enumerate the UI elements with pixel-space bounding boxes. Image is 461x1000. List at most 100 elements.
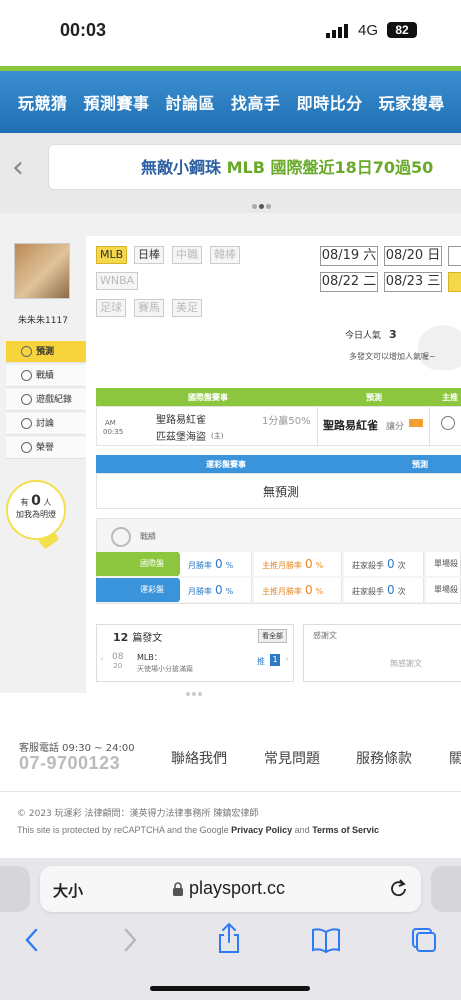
footer-link-contact[interactable]: 聯絡我們 bbox=[171, 748, 227, 768]
divider bbox=[429, 407, 430, 447]
tag-mlb[interactable]: MLB bbox=[96, 246, 128, 264]
nav-item-play-guess[interactable]: 玩競猜 bbox=[18, 90, 68, 114]
signal-icon bbox=[326, 24, 348, 38]
share-icon[interactable] bbox=[216, 922, 242, 954]
tag-npb[interactable]: 日棒 bbox=[134, 246, 164, 264]
unit: % bbox=[315, 561, 324, 570]
unit: 次 bbox=[397, 587, 406, 596]
game-ampm: AM bbox=[105, 419, 116, 427]
footer-link-terms[interactable]: 服務條款 bbox=[356, 748, 412, 768]
terms-link[interactable]: Terms of Servic bbox=[312, 825, 379, 835]
chevron-left-icon[interactable]: ‹ bbox=[100, 654, 104, 665]
lottery-table-header: 運彩盤賽事 預測 bbox=[96, 455, 461, 473]
sidebar-item-game-history[interactable]: 遊戲紀錄 bbox=[6, 389, 86, 411]
nav-item-predict[interactable]: 預測賽事 bbox=[84, 90, 150, 114]
date-tab[interactable]: 08/19 六 bbox=[320, 246, 378, 266]
date-tab-day: 六 bbox=[363, 248, 377, 263]
text-size-button[interactable]: 大小 bbox=[53, 880, 83, 901]
avatar[interactable] bbox=[14, 243, 70, 299]
tag-horse-racing[interactable]: 賽馬 bbox=[134, 299, 164, 317]
label: 莊家殺手 bbox=[352, 561, 384, 570]
col-header-event: 運彩盤賽事 bbox=[206, 460, 246, 469]
banner-league: MLB bbox=[226, 158, 265, 177]
popularity: 今日人氣 3 bbox=[345, 328, 397, 341]
record-row-intl-label: 國際盤 bbox=[96, 552, 188, 576]
unit: % bbox=[225, 561, 234, 570]
sidebar-item-discussion[interactable]: 討論 bbox=[6, 413, 86, 435]
chevron-right-icon[interactable]: › bbox=[285, 654, 289, 665]
main-nav: 玩競猜 預測賽事 討論區 找高手 即時比分 玩家搜尋 bbox=[0, 71, 461, 133]
spread-badge-icon bbox=[409, 419, 423, 427]
view-all-button[interactable]: 看全部 bbox=[258, 629, 287, 643]
record-house-killer: 莊家殺手 0 次 bbox=[344, 552, 424, 576]
reload-icon[interactable] bbox=[389, 877, 409, 899]
forward-icon[interactable] bbox=[120, 926, 140, 954]
main-pick-radio[interactable] bbox=[441, 416, 455, 430]
lock-icon bbox=[173, 882, 183, 896]
col-header-event: 國際盤賽事 bbox=[188, 393, 228, 402]
sidebar-item-record[interactable]: 戰績 bbox=[6, 365, 86, 387]
date-tab[interactable]: 08/23 三 bbox=[384, 272, 442, 292]
record-single-kill: 單場殺 bbox=[426, 578, 461, 602]
value: 0 bbox=[305, 583, 313, 597]
nav-item-forum[interactable]: 討論區 bbox=[166, 90, 216, 114]
tag-nfl[interactable]: 美足 bbox=[172, 299, 202, 317]
service-phone[interactable]: 07-9700123 bbox=[19, 753, 120, 774]
record-row-lottery-label: 運彩盤 bbox=[96, 578, 188, 602]
post-subtitle[interactable]: 天使場小分搶滿篇 bbox=[137, 664, 193, 674]
next-tab-peek[interactable] bbox=[431, 866, 461, 912]
date-tab-date: 08/19 bbox=[321, 248, 360, 263]
unit: % bbox=[225, 587, 234, 596]
url-text[interactable]: playsport.cc bbox=[189, 878, 285, 899]
bookmarks-icon[interactable] bbox=[311, 926, 341, 954]
date-tab-partial[interactable] bbox=[448, 246, 461, 266]
intl-table-header: 國際盤賽事 預測 主推 bbox=[96, 388, 461, 406]
footer-link-faq[interactable]: 常見問題 bbox=[264, 748, 320, 768]
table-row: AM 00:35 聖路易紅雀 匹茲堡海盜 (主) 1分贏50% 聖路易紅雀 讓分 bbox=[96, 406, 461, 447]
footer-link-more[interactable]: 關 bbox=[449, 748, 461, 768]
tabs-icon[interactable] bbox=[410, 926, 438, 954]
nav-item-live-score[interactable]: 即時比分 bbox=[297, 90, 363, 114]
banner-record: 國際盤近18日70過50 bbox=[270, 158, 434, 177]
pick-team[interactable]: 聖路易紅雀 bbox=[323, 417, 378, 433]
posts-count: 12 篇發文 bbox=[113, 629, 162, 644]
target-icon bbox=[111, 527, 131, 547]
label: 月勝率 bbox=[188, 587, 212, 596]
sidebar-item-honor[interactable]: 榮譽 bbox=[6, 437, 86, 459]
tag-soccer[interactable]: 足球 bbox=[96, 299, 126, 317]
banner[interactable]: 無敵小鋼珠 MLB 國際盤近18日70過50 bbox=[48, 144, 461, 190]
recaptcha-and: and bbox=[292, 825, 313, 835]
chevron-left-icon[interactable]: ‹ bbox=[12, 150, 24, 185]
back-icon[interactable] bbox=[22, 926, 42, 954]
bulb-suffix: 人 bbox=[43, 498, 52, 507]
date-tab[interactable]: 08/20 日 bbox=[384, 246, 442, 266]
honor-icon bbox=[21, 442, 32, 453]
date-tab-day: 日 bbox=[427, 248, 441, 263]
date-tab[interactable]: 08/22 二 bbox=[320, 272, 378, 292]
status-bar: 00:03 4G 82 bbox=[0, 0, 461, 66]
tag-wnba[interactable]: WNBA bbox=[96, 272, 139, 290]
home-indicator bbox=[150, 986, 310, 991]
label: 主推月勝率 bbox=[262, 587, 302, 596]
sidebar-item-label: 戰績 bbox=[36, 371, 55, 381]
privacy-policy-link[interactable]: Privacy Policy bbox=[231, 825, 292, 835]
thanks-empty-state: 無感謝文 bbox=[390, 659, 422, 668]
date-tab-selected[interactable] bbox=[448, 272, 461, 292]
sidebar-item-label: 討論 bbox=[36, 419, 55, 429]
bulb-follow-widget[interactable]: 有 0 人 加我為明燈 bbox=[6, 480, 66, 540]
team-home: 匹茲堡海盜 bbox=[156, 432, 206, 443]
post-push-label: 推 bbox=[257, 657, 265, 666]
post-title[interactable]: MLB： bbox=[137, 652, 162, 663]
date-tab-date: 08/22 bbox=[321, 274, 360, 289]
tag-cpbl[interactable]: 中職 bbox=[172, 246, 202, 264]
bulb-cta: 加我為明燈 bbox=[16, 510, 56, 519]
sidebar-item-predict[interactable]: 預測 bbox=[6, 341, 96, 363]
tag-kbo[interactable]: 韓棒 bbox=[210, 246, 240, 264]
divider bbox=[317, 407, 318, 447]
col-header-main: 主推 bbox=[442, 393, 458, 402]
username: 朱朱朱1117 bbox=[18, 316, 68, 326]
record-house-killer: 莊家殺手 0 次 bbox=[344, 578, 424, 602]
nav-item-player-search[interactable]: 玩家搜尋 bbox=[379, 90, 445, 114]
nav-item-find-experts[interactable]: 找高手 bbox=[231, 90, 281, 114]
prev-tab-peek[interactable] bbox=[0, 866, 30, 912]
